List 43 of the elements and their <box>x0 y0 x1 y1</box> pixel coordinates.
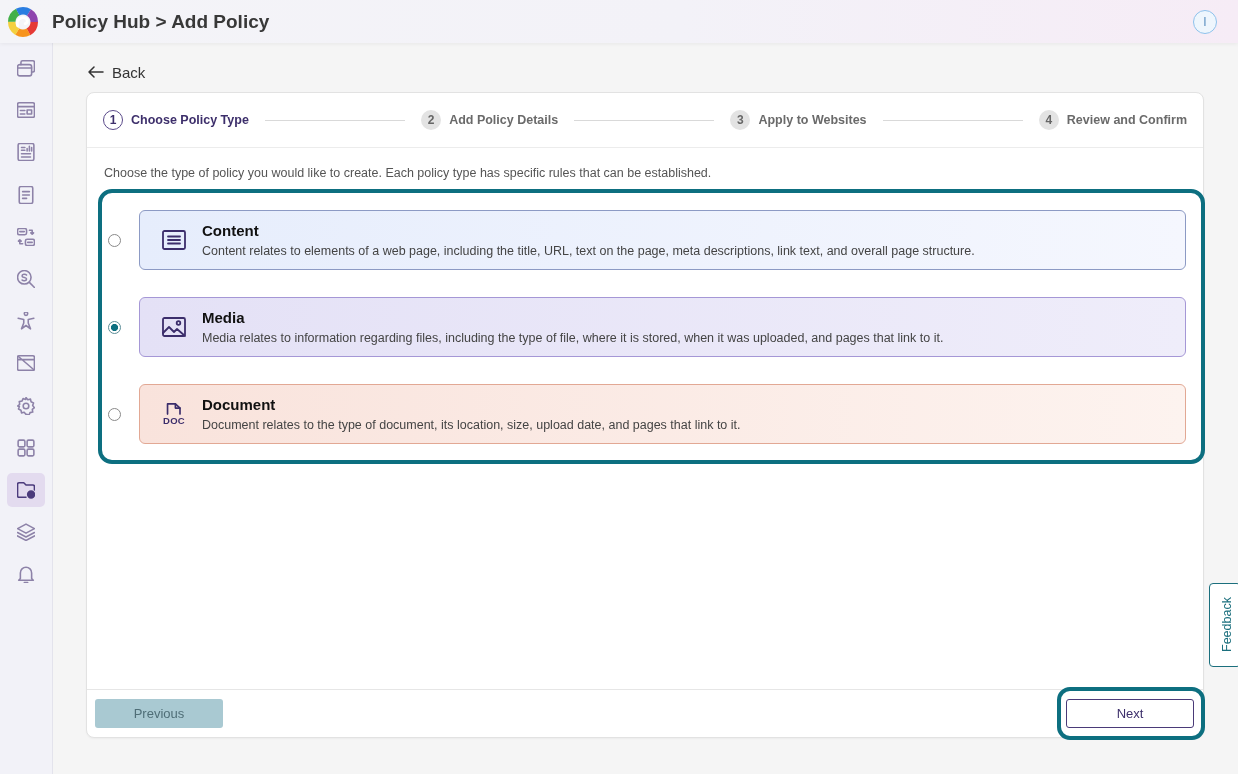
page-title: Policy Hub > Add Policy <box>52 10 270 33</box>
settings-icon <box>17 396 35 415</box>
layers-icon <box>17 523 35 542</box>
step-number: 4 <box>1038 110 1059 130</box>
bell-icon <box>17 565 35 584</box>
accessibility-icon <box>17 312 35 331</box>
feedback-tab[interactable]: Feedback <box>1209 583 1238 667</box>
chart-report-icon <box>17 143 35 162</box>
next-button[interactable]: Next <box>1066 699 1194 728</box>
id-card-icon <box>17 101 35 120</box>
step-label: Review and Confirm <box>1066 113 1187 127</box>
option-description: Media relates to information regarding files, including the type of file, where it is stored, when it was uploaded, and pages that link to it. <box>202 329 944 346</box>
folder-icon <box>17 480 35 499</box>
option-description: Document relates to the type of document, its location, size, upload date, and pages that link to it. <box>202 416 741 433</box>
radio-button[interactable] <box>108 407 121 421</box>
step-number: 3 <box>730 110 751 130</box>
policy-type-card[interactable]: Content Content relates to elements of a web page, including the title, URL, text on the page, meta descriptions, link text, and overall page structure. <box>139 210 1186 270</box>
option-title: Media <box>202 308 246 327</box>
instruction-text: Choose the type of policy you would like to create. Each policy type has specific rules that can be established. <box>104 165 713 181</box>
step-number: 2 <box>421 110 442 130</box>
window-slash-icon <box>17 354 35 373</box>
step-label: Apply to Websites <box>758 113 867 127</box>
step-label: Choose Policy Type <box>131 113 249 127</box>
step-label: Add Policy Details <box>449 113 559 127</box>
swap-icon <box>17 227 35 246</box>
back-link[interactable]: Back <box>88 60 146 84</box>
search-icon <box>17 269 35 288</box>
list-icon <box>162 230 186 250</box>
option-description: Content relates to elements of a web page, including the title, URL, text on the page, meta descriptions, link text, and overall page structure. <box>202 242 975 259</box>
grid-icon <box>17 438 35 457</box>
arrow-left-icon <box>88 66 104 78</box>
option-title: Content <box>202 221 260 240</box>
document-icon <box>17 185 35 204</box>
radio-button[interactable] <box>108 233 121 247</box>
radio-button[interactable] <box>108 320 121 334</box>
step-number: 1 <box>103 110 123 130</box>
logo-icon <box>8 6 38 37</box>
policy-type-card[interactable]: DOC Document Document relates to the type of document, its location, size, upload date, and pages that link to it. <box>139 384 1186 444</box>
stacked-windows-icon <box>17 59 35 77</box>
policy-type-card[interactable]: Media Media relates to information regarding files, including the type of file, where it is stored, when it was uploaded, and pages that link to it. <box>139 297 1186 357</box>
option-title: Document <box>202 395 277 414</box>
image-icon <box>162 317 186 337</box>
sidebar-item[interactable] <box>7 472 45 507</box>
